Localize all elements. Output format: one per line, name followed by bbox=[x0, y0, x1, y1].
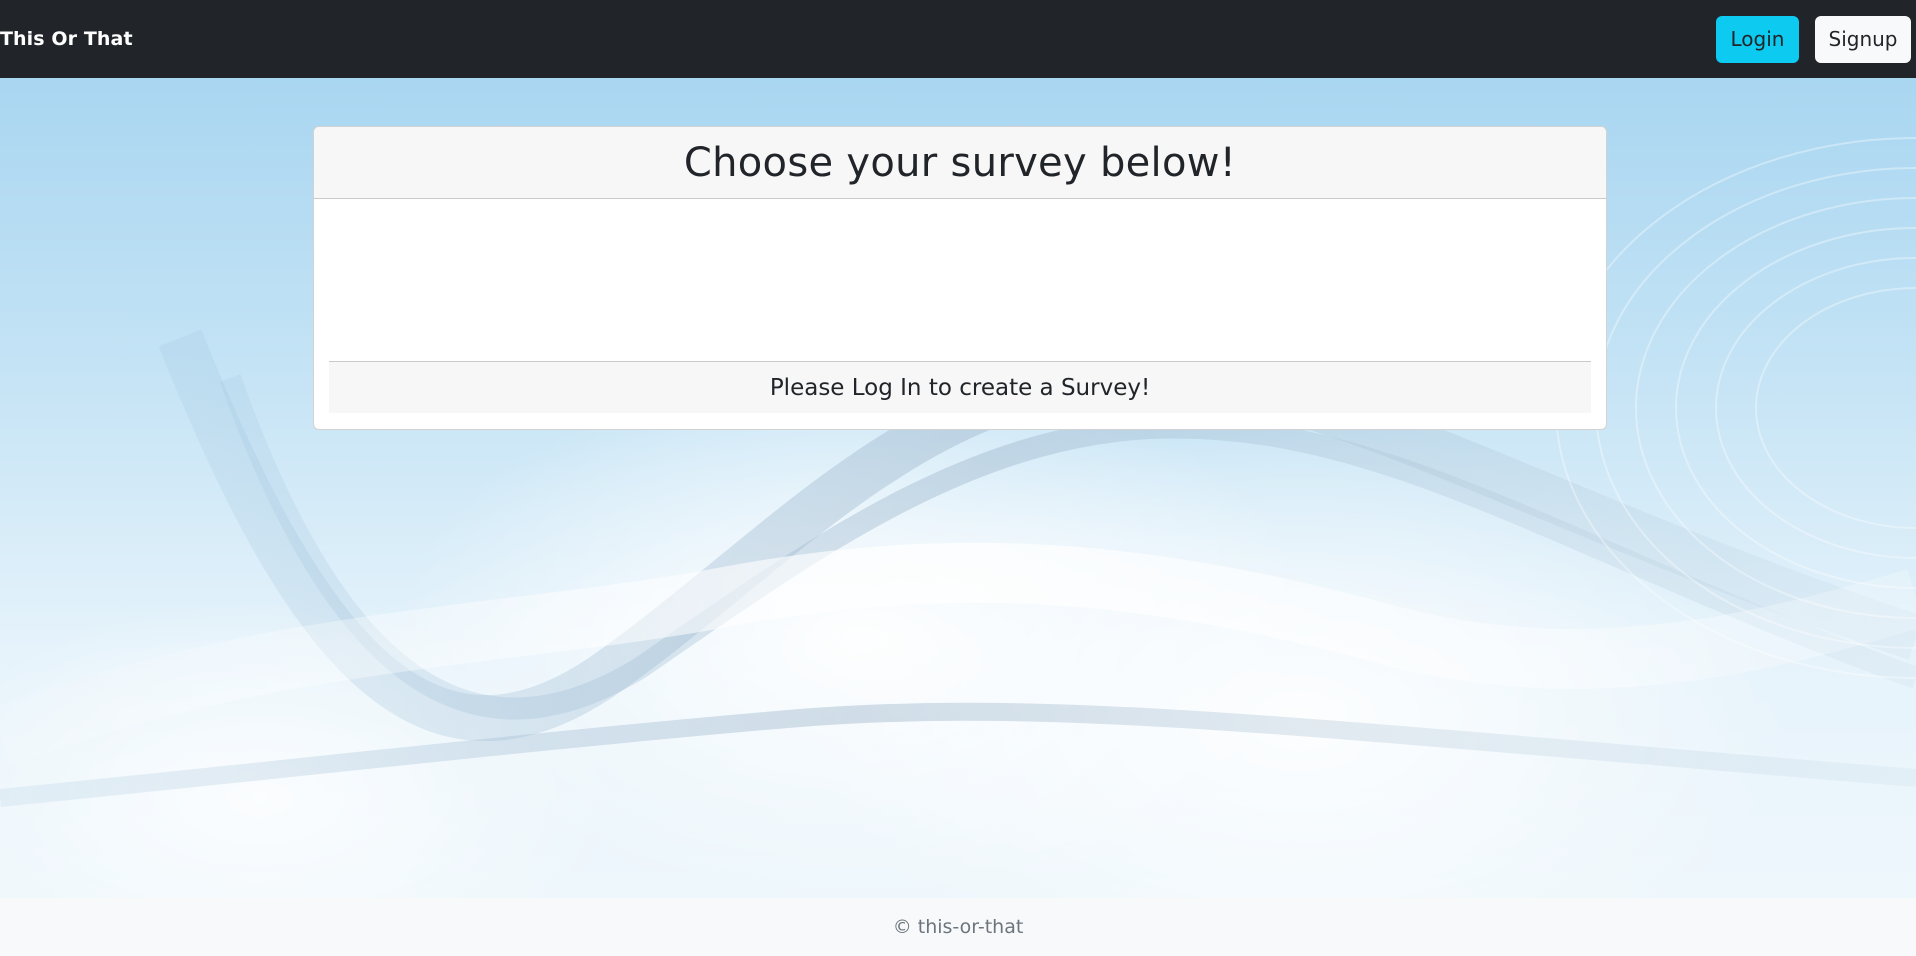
survey-card: Choose your survey below! Please Log In … bbox=[313, 126, 1607, 430]
top-navbar: This Or That Login Signup bbox=[0, 0, 1916, 78]
page-footer: © this-or-that bbox=[0, 898, 1916, 956]
login-button[interactable]: Login bbox=[1716, 15, 1799, 63]
login-prompt-text: Please Log In to create a Survey! bbox=[769, 374, 1151, 401]
page: This Or That Login Signup Choose your su… bbox=[0, 0, 1916, 956]
auth-buttons: Login Signup bbox=[1716, 15, 1911, 63]
survey-list: Please Log In to create a Survey! bbox=[314, 199, 1606, 429]
brand-link[interactable]: This Or That bbox=[0, 28, 133, 50]
copyright-text: © this-or-that bbox=[892, 916, 1024, 938]
card-header: Choose your survey below! bbox=[314, 127, 1606, 199]
signup-button[interactable]: Signup bbox=[1815, 15, 1911, 63]
login-prompt: Please Log In to create a Survey! bbox=[329, 361, 1591, 413]
page-title: Choose your survey below! bbox=[683, 139, 1237, 186]
